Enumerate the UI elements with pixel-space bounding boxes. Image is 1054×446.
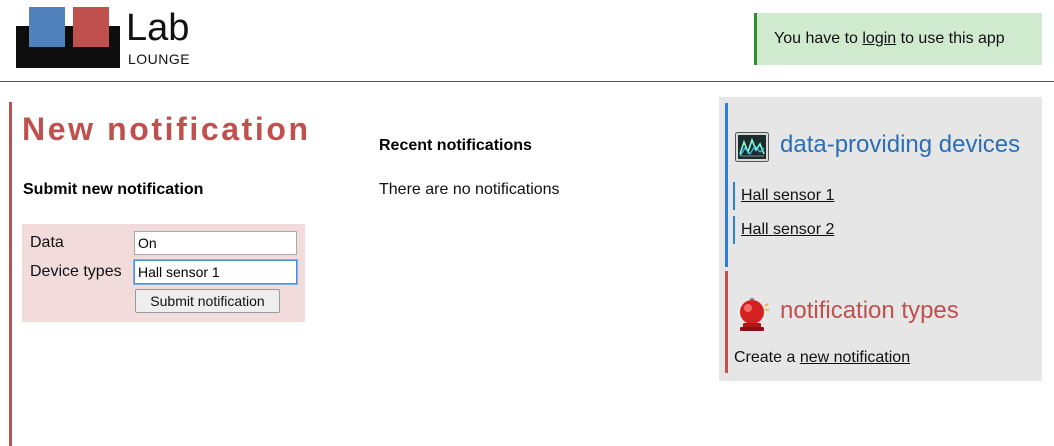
login-message-suffix: to use this app [896, 30, 1005, 47]
new-notification-link[interactable]: new notification [800, 349, 910, 366]
recent-notifications-empty: There are no notifications [379, 181, 560, 198]
page-title: New notification [22, 111, 311, 147]
device-types-input[interactable] [133, 259, 298, 285]
recent-notifications-title: Recent notifications [379, 137, 532, 154]
lab-lounge-logo[interactable]: Lab LOUNGE [16, 6, 206, 70]
notification-form: Data Device types Submit notification [22, 224, 305, 322]
device-item[interactable]: Hall sensor 1 [733, 182, 883, 210]
devices-title: data-providing devices [780, 131, 1021, 158]
header: Lab LOUNGE You have to login to use this… [0, 0, 1054, 82]
login-message-prefix: You have to [774, 30, 863, 47]
data-input[interactable] [134, 231, 297, 255]
login-message: You have to login to use this app [754, 13, 1042, 65]
data-label: Data [30, 234, 64, 251]
device-link[interactable]: Hall sensor 2 [741, 221, 834, 238]
notification-types-section: notification types Create a new notifica… [725, 271, 1042, 373]
login-link[interactable]: login [862, 30, 896, 47]
notification-types-title: notification types [780, 297, 959, 324]
main-accent-rule [9, 102, 12, 446]
logo-subtitle: LOUNGE [128, 51, 191, 67]
devices-section: data-providing devices Hall sensor 1 Hal… [725, 103, 1042, 267]
submit-notification-button[interactable]: Submit notification [135, 289, 280, 313]
sidebar: data-providing devices Hall sensor 1 Hal… [719, 97, 1042, 381]
device-link[interactable]: Hall sensor 1 [741, 187, 834, 204]
logo-blue-square [29, 7, 65, 47]
chart-monitor-icon [735, 132, 769, 162]
create-notification-line: Create a new notification [734, 349, 910, 367]
logo-red-square [73, 7, 109, 47]
alarm-bell-icon [734, 296, 770, 332]
device-types-label: Device types [30, 263, 122, 280]
create-prefix: Create a [734, 349, 800, 366]
logo-title: Lab [126, 7, 190, 49]
device-item[interactable]: Hall sensor 2 [733, 216, 883, 244]
submit-section-title: Submit new notification [23, 181, 204, 198]
